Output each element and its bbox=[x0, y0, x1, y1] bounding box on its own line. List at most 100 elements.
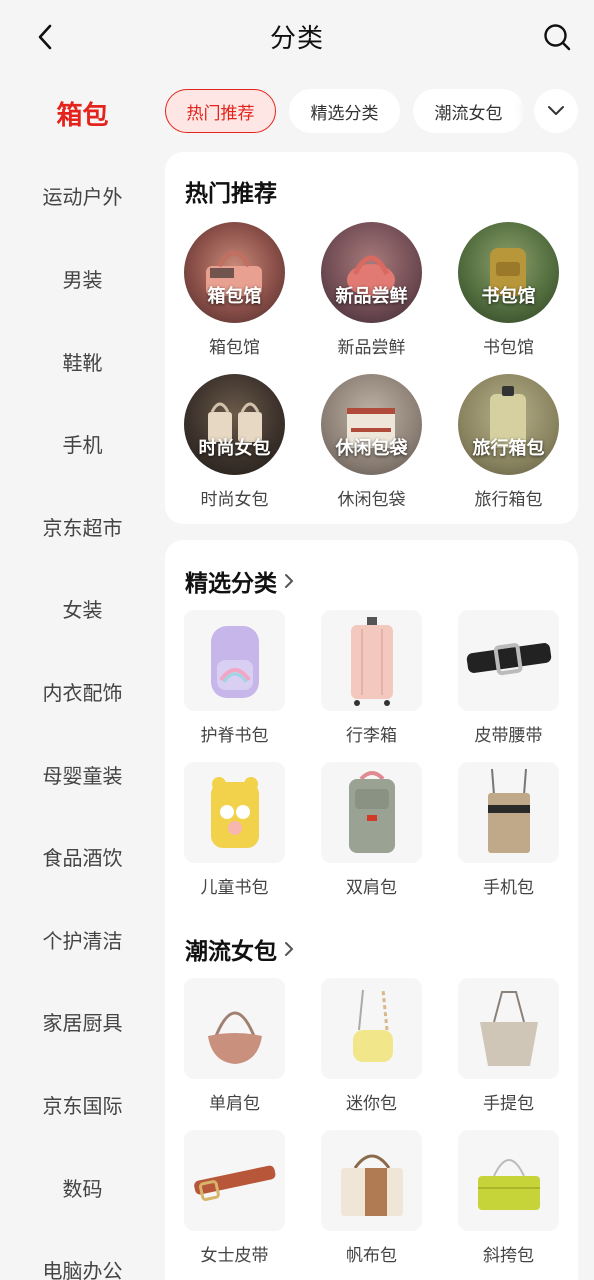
back-button[interactable] bbox=[28, 20, 62, 54]
item-label: 单肩包 bbox=[209, 1094, 260, 1114]
section-title-text: 精选分类 bbox=[185, 571, 277, 597]
section-title-trend[interactable]: 潮流女包 bbox=[185, 932, 295, 966]
hot-item-travel-luggage[interactable]: 旅行箱包 旅行箱包 bbox=[458, 374, 559, 510]
pink-suitcase-icon bbox=[350, 616, 393, 706]
chip-selected-categories[interactable]: 精选分类 bbox=[289, 89, 400, 133]
sidebar-item-digital[interactable]: 数码 bbox=[0, 1146, 165, 1229]
trend-item-shoulder-bag[interactable]: 单肩包 bbox=[184, 978, 285, 1114]
item-label: 时尚女包 bbox=[200, 490, 269, 510]
selected-item-spine-schoolbag[interactable]: 护脊书包 bbox=[184, 610, 285, 746]
sidebar-item-food-drinks[interactable]: 食品酒饮 bbox=[0, 815, 165, 898]
canvas-bag-icon bbox=[340, 1154, 403, 1216]
hot-item-new-arrivals[interactable]: 新品尝鲜 新品尝鲜 bbox=[321, 222, 422, 358]
sidebar-item-home-kitchen[interactable]: 家居厨具 bbox=[0, 981, 165, 1064]
section-title-text: 潮流女包 bbox=[185, 939, 277, 965]
top-bar: 分类 bbox=[0, 0, 594, 72]
thumb bbox=[321, 762, 422, 863]
sidebar-item-phones[interactable]: 手机 bbox=[0, 402, 165, 485]
selected-item-phone-bag[interactable]: 手机包 bbox=[458, 762, 559, 898]
thumb: 休闲包袋 bbox=[321, 374, 422, 475]
item-label: 儿童书包 bbox=[200, 878, 269, 898]
trend-item-womens-belt[interactable]: 女士皮带 bbox=[184, 1130, 285, 1266]
selected-item-backpack[interactable]: 双肩包 bbox=[321, 762, 422, 898]
selected-item-luggage[interactable]: 行李箱 bbox=[321, 610, 422, 746]
item-label: 双肩包 bbox=[346, 878, 397, 898]
item-label: 女士皮带 bbox=[200, 1246, 269, 1266]
circle-overlay-text: 休闲包袋 bbox=[335, 438, 408, 459]
hot-grid: 箱包馆 箱包馆 新品尝鲜 新品尝鲜 书包馆 书包馆 时尚女包 时尚女包 休闲包袋… bbox=[184, 222, 559, 510]
sidebar-item-shoes[interactable]: 鞋靴 bbox=[0, 320, 165, 403]
sidebar-item-computer-office[interactable]: 电脑办公 bbox=[0, 1228, 165, 1280]
expand-chips-button[interactable] bbox=[534, 89, 578, 133]
brown-belt-icon bbox=[193, 1165, 275, 1201]
selected-item-belts[interactable]: 皮带腰带 bbox=[458, 610, 559, 746]
thumb bbox=[321, 610, 422, 711]
section-title-selected[interactable]: 精选分类 bbox=[185, 564, 295, 598]
circle-overlay-text: 时尚女包 bbox=[198, 438, 271, 459]
sidebar-item-womenswear[interactable]: 女装 bbox=[0, 568, 165, 651]
item-label: 皮带腰带 bbox=[474, 726, 543, 746]
sidebar-item-baby-kids[interactable]: 母婴童装 bbox=[0, 733, 165, 816]
trend-item-crossbody-bag[interactable]: 斜挎包 bbox=[458, 1130, 559, 1266]
trend-item-mini-bag[interactable]: 迷你包 bbox=[321, 978, 422, 1114]
hot-item-fashion-womens-bags[interactable]: 时尚女包 时尚女包 bbox=[184, 374, 285, 510]
kids-backpack-purple-icon bbox=[210, 625, 259, 698]
trend-item-canvas-bag[interactable]: 帆布包 bbox=[321, 1130, 422, 1266]
section-title-hot: 热门推荐 bbox=[185, 181, 277, 207]
thumb: 新品尝鲜 bbox=[321, 222, 422, 323]
item-label: 休闲包袋 bbox=[337, 490, 406, 510]
search-button[interactable] bbox=[540, 20, 574, 54]
page-title: 分类 bbox=[269, 23, 324, 54]
sidebar-item-jd-international[interactable]: 京东国际 bbox=[0, 1063, 165, 1146]
item-label: 新品尝鲜 bbox=[337, 338, 406, 358]
thumb: 旅行箱包 bbox=[458, 374, 559, 475]
item-label: 手机包 bbox=[483, 878, 534, 898]
chip-trend-bags[interactable]: 潮流女包 bbox=[413, 89, 524, 133]
item-label: 护脊书包 bbox=[200, 726, 269, 746]
circle-overlay-text: 箱包馆 bbox=[207, 286, 262, 307]
sidebar-item-personal-care[interactable]: 个护清洁 bbox=[0, 898, 165, 981]
thumb: 时尚女包 bbox=[184, 374, 285, 475]
thumb bbox=[184, 1130, 285, 1231]
item-label: 帆布包 bbox=[346, 1246, 397, 1266]
hot-item-bag-hall[interactable]: 箱包馆 箱包馆 bbox=[184, 222, 285, 358]
thumb bbox=[184, 978, 285, 1079]
sidebar-item-menswear[interactable]: 男装 bbox=[0, 237, 165, 320]
selected-item-kids-schoolbag[interactable]: 儿童书包 bbox=[184, 762, 285, 898]
item-label: 手提包 bbox=[483, 1094, 534, 1114]
thumb: 箱包馆 bbox=[184, 222, 285, 323]
search-icon bbox=[544, 24, 571, 51]
thumb: 书包馆 bbox=[458, 222, 559, 323]
sidebar-item-bags[interactable]: 箱包 bbox=[0, 72, 165, 155]
subcategory-chips: 热门推荐 精选分类 潮流女包 bbox=[165, 88, 594, 134]
thumb bbox=[458, 762, 559, 863]
sidebar-item-underwear-accessories[interactable]: 内衣配饰 bbox=[0, 650, 165, 733]
travel-luggage-image: 旅行箱包 bbox=[458, 374, 559, 475]
hot-item-casual-bags[interactable]: 休闲包袋 休闲包袋 bbox=[321, 374, 422, 510]
hot-recommend-card: 热门推荐 箱包馆 箱包馆 新品尝鲜 新品尝鲜 书包馆 书包馆 时尚女包 时尚女包… bbox=[165, 152, 578, 524]
thumb bbox=[458, 610, 559, 711]
thumb bbox=[321, 1130, 422, 1231]
circle-overlay-text: 书包馆 bbox=[481, 286, 536, 307]
chevron-left-icon bbox=[38, 24, 52, 50]
item-label: 书包馆 bbox=[483, 338, 534, 358]
item-label: 箱包馆 bbox=[209, 338, 260, 358]
chevron-right-icon bbox=[285, 942, 293, 956]
chip-hot-recommend[interactable]: 热门推荐 bbox=[165, 89, 276, 133]
black-belt-icon bbox=[466, 642, 551, 675]
hot-item-schoolbag-hall[interactable]: 书包馆 书包馆 bbox=[458, 222, 559, 358]
grey-backpack-icon bbox=[348, 770, 395, 853]
category-sidebar: 箱包 运动户外 男装 鞋靴 手机 京东超市 女装 内衣配饰 母婴童装 食品酒饮 … bbox=[0, 72, 165, 1280]
thumb bbox=[184, 762, 285, 863]
chevron-right-icon bbox=[285, 574, 293, 588]
yellow-kids-backpack-icon bbox=[210, 776, 259, 848]
trend-item-handbag[interactable]: 手提包 bbox=[458, 978, 559, 1114]
sidebar-item-jd-supermarket[interactable]: 京东超市 bbox=[0, 485, 165, 568]
selected-grid: 护脊书包 行李箱 皮带腰带 儿童书包 双肩包 手机包 bbox=[184, 610, 559, 898]
sidebar-item-sports-outdoor[interactable]: 运动户外 bbox=[0, 155, 165, 238]
category-card: 精选分类 护脊书包 行李箱 皮带腰带 儿童书包 双肩包 手机包 潮流女包 单肩包… bbox=[165, 540, 578, 1280]
beige-handbag-icon bbox=[479, 990, 538, 1066]
casual-bags-image: 休闲包袋 bbox=[321, 374, 422, 475]
trend-grid: 单肩包 迷你包 手提包 女士皮带 帆布包 斜挎包 bbox=[184, 978, 559, 1266]
item-label: 斜挎包 bbox=[483, 1246, 534, 1266]
